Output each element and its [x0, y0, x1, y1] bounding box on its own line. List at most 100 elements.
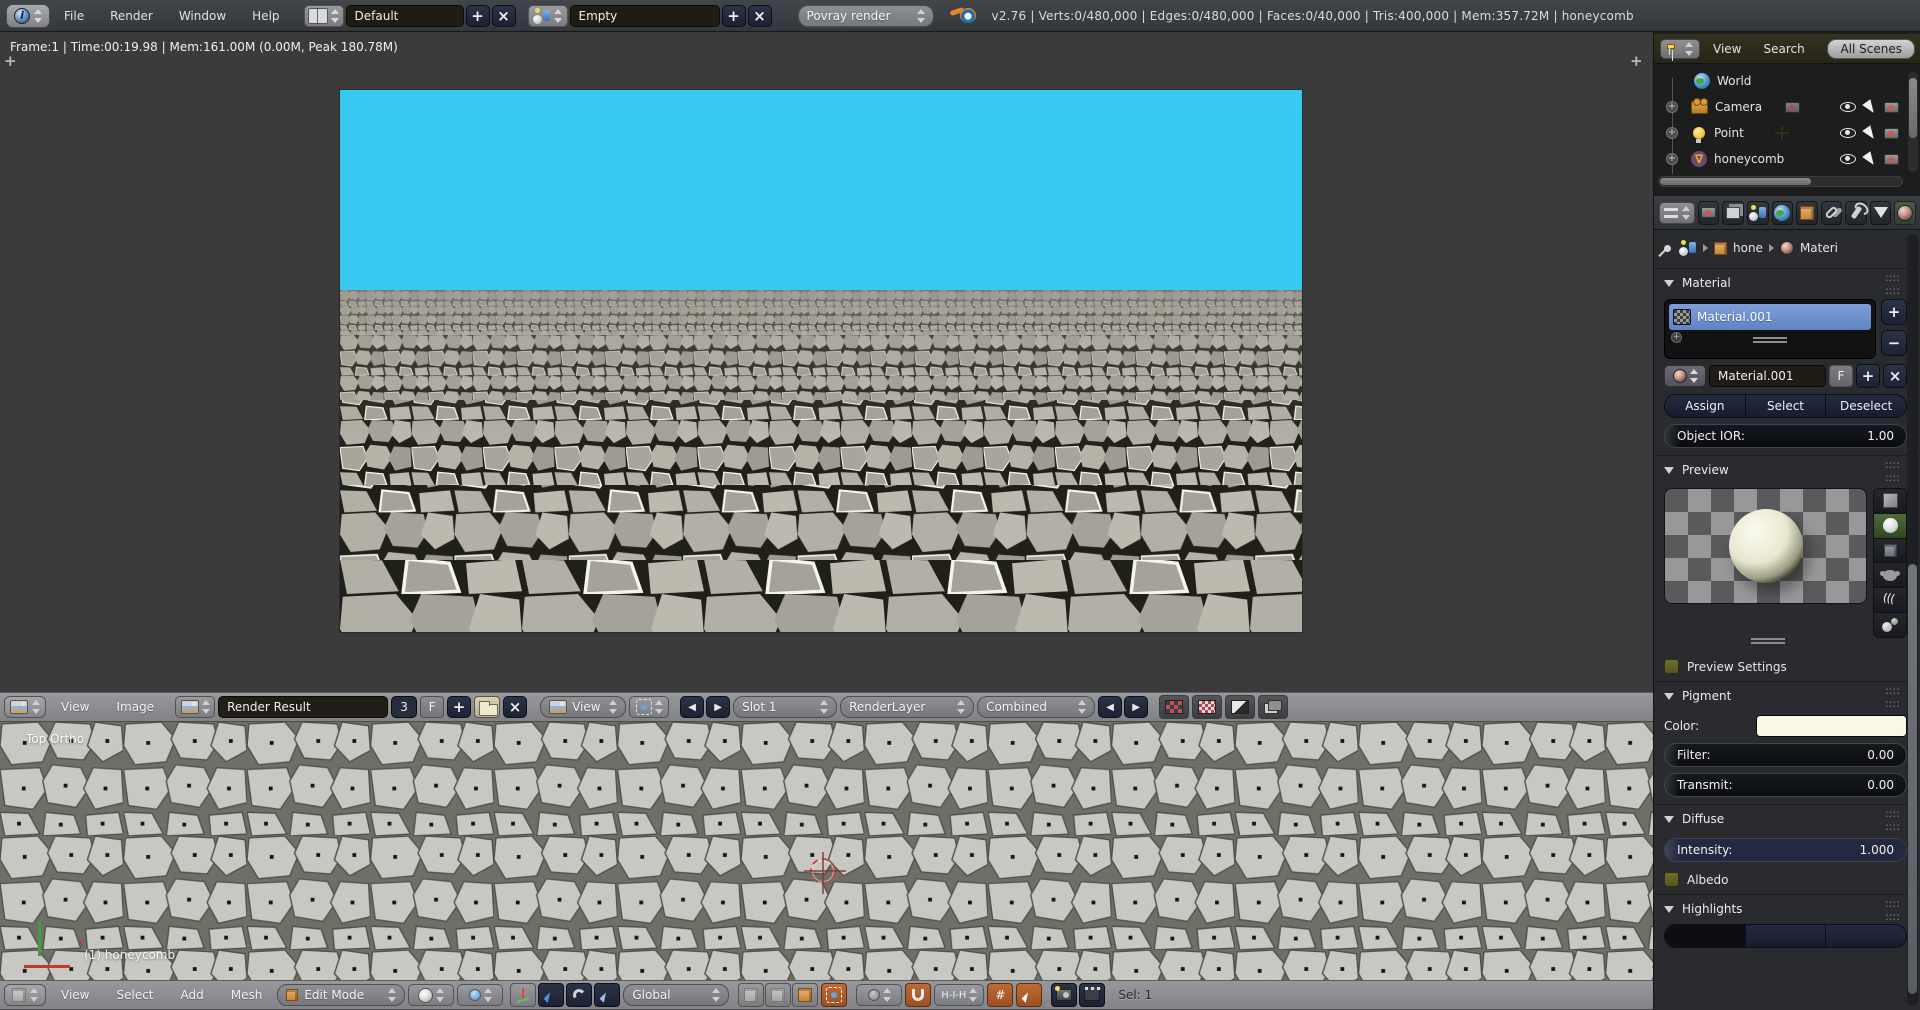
preview-settings-checkbox[interactable]	[1664, 659, 1679, 674]
expand-icon[interactable]: +	[1666, 127, 1678, 139]
material-slot-active[interactable]: Material.001	[1669, 304, 1871, 330]
editor-type-info-dropdown[interactable]: i	[6, 4, 50, 28]
image-view-dropdown[interactable]: View	[540, 696, 626, 718]
outliner-item-camera[interactable]: + Camera	[1654, 94, 1907, 120]
transmit-slider[interactable]: Transmit: 0.00	[1664, 773, 1907, 797]
screen-layout-dropdown[interactable]	[304, 5, 344, 27]
new-image-button[interactable]	[447, 696, 471, 718]
visibility-eye-icon[interactable]	[1840, 154, 1856, 164]
tab-material[interactable]	[1894, 201, 1916, 225]
tab-constraints[interactable]	[1821, 201, 1843, 225]
preview-flat-button[interactable]	[1874, 489, 1906, 514]
pigment-panel-header[interactable]: Pigment	[1654, 681, 1920, 708]
image-datablock-dropdown[interactable]	[175, 696, 215, 718]
previous-layer-button[interactable]	[1098, 696, 1122, 718]
delete-scene-button[interactable]	[748, 5, 772, 27]
tab-modifiers[interactable]	[1845, 201, 1867, 225]
preview-sphere-button[interactable]	[1874, 514, 1906, 539]
preview-panel-header[interactable]: Preview	[1654, 455, 1920, 482]
outliner-item-point[interactable]: + Point	[1654, 120, 1907, 146]
menu-view[interactable]: View	[49, 980, 101, 1010]
albedo-checkbox[interactable]	[1664, 872, 1679, 887]
object-ior-slider[interactable]: Object IOR: 1.00	[1664, 424, 1907, 448]
scene-dropdown[interactable]	[528, 5, 568, 27]
tab-world[interactable]	[1772, 201, 1794, 225]
menu-select[interactable]: Select	[104, 980, 165, 1010]
draw-alpha-toggle[interactable]	[1225, 695, 1255, 719]
fake-user-button[interactable]: F	[420, 696, 444, 718]
highlights-option-button[interactable]	[1746, 924, 1827, 948]
proportional-edit-dropdown[interactable]	[856, 984, 902, 1006]
visibility-eye-icon[interactable]	[1840, 102, 1856, 112]
next-layer-button[interactable]	[1124, 696, 1148, 718]
menu-help[interactable]: Help	[240, 1, 291, 31]
outliner-item-world[interactable]: World	[1654, 68, 1907, 94]
highlights-option-button[interactable]	[1826, 924, 1907, 948]
render-opengl-anim-button[interactable]	[1079, 983, 1105, 1007]
new-material-button[interactable]	[1856, 364, 1880, 388]
selectability-cursor-icon[interactable]	[1862, 151, 1878, 167]
renderability-camera-icon[interactable]	[1884, 102, 1899, 113]
image-paint-toggle[interactable]	[1159, 695, 1189, 719]
manipulator-toggle[interactable]	[510, 983, 536, 1007]
outliner-item-honeycomb[interactable]: + honeycomb	[1654, 146, 1907, 172]
screen-layout-name-field[interactable]: Default	[346, 5, 464, 27]
translate-manipulator-toggle[interactable]	[538, 983, 564, 1007]
tab-object[interactable]	[1796, 201, 1818, 225]
diffuse-intensity-slider[interactable]: Intensity: 1.000	[1664, 838, 1907, 862]
diffuse-panel-header[interactable]: Diffuse	[1654, 804, 1920, 831]
tab-object-data[interactable]	[1870, 201, 1892, 225]
menu-render[interactable]: Render	[98, 1, 165, 31]
snap-target-button[interactable]: #	[987, 983, 1013, 1007]
deselect-button[interactable]: Deselect	[1826, 394, 1907, 418]
editor-type-image-dropdown[interactable]	[4, 696, 46, 718]
outliner-horizontal-scrollbar[interactable]	[1658, 176, 1903, 187]
renderability-camera-icon[interactable]	[1884, 128, 1899, 139]
menu-view[interactable]: View	[49, 692, 101, 722]
texture-mask-toggle[interactable]	[1192, 695, 1222, 719]
tab-render[interactable]	[1698, 201, 1720, 225]
menu-outliner-search[interactable]: Search	[1754, 39, 1813, 59]
vertex-select-mode-button[interactable]	[738, 983, 764, 1007]
properties-vertical-scrollbar[interactable]	[1907, 234, 1918, 1006]
open-image-button[interactable]	[474, 696, 500, 718]
menu-window[interactable]: Window	[167, 1, 238, 31]
render-opengl-button[interactable]	[1051, 983, 1077, 1007]
limit-selection-visible-toggle[interactable]	[821, 983, 847, 1007]
menu-add[interactable]: Add	[169, 980, 216, 1010]
face-select-mode-button[interactable]	[792, 983, 818, 1007]
mode-dropdown[interactable]: Edit Mode	[277, 984, 405, 1006]
edge-select-mode-button[interactable]	[765, 983, 791, 1007]
filter-slider[interactable]: Filter: 0.00	[1664, 743, 1907, 767]
remove-material-slot-button[interactable]: −	[1881, 330, 1907, 356]
pivot-center-dropdown[interactable]	[457, 984, 503, 1006]
selectability-cursor-icon[interactable]	[1862, 125, 1878, 141]
tab-render-layers[interactable]	[1722, 201, 1744, 225]
menu-outliner-view[interactable]: View	[1704, 39, 1750, 59]
material-panel-header[interactable]: Material	[1654, 268, 1920, 295]
previous-slot-button[interactable]	[680, 696, 704, 718]
viewport-canvas[interactable]: Top Ortho (1) honeycomb x	[0, 722, 1653, 980]
rotate-manipulator-toggle[interactable]	[566, 983, 592, 1007]
menu-image[interactable]: Image	[104, 692, 166, 722]
snap-toggle[interactable]	[905, 983, 931, 1007]
pigment-color-swatch[interactable]	[1756, 715, 1907, 737]
renderability-camera-icon[interactable]	[1884, 154, 1899, 165]
render-layer-dropdown[interactable]: RenderLayer	[840, 696, 974, 718]
expand-icon[interactable]: +	[1666, 101, 1678, 113]
render-slot-dropdown[interactable]: Slot 1	[733, 696, 837, 718]
material-name-field[interactable]: Material.001	[1709, 365, 1826, 387]
menu-file[interactable]: File	[52, 1, 96, 31]
preview-monkey-button[interactable]	[1874, 563, 1906, 588]
add-screen-layout-button[interactable]	[466, 5, 490, 27]
expand-region-icon[interactable]: +	[4, 52, 17, 70]
preview-resize-handle[interactable]	[1751, 638, 1785, 640]
highlights-option-button[interactable]	[1664, 924, 1746, 948]
scene-name-field[interactable]: Empty	[570, 5, 720, 27]
preview-cube-button[interactable]	[1874, 539, 1906, 564]
expand-icon[interactable]: +	[1666, 153, 1678, 165]
draw-channels-dropdown[interactable]	[1258, 695, 1288, 719]
image-name-field[interactable]: Render Result	[218, 696, 388, 718]
outliner-vertical-scrollbar[interactable]	[1908, 72, 1918, 172]
preview-hair-button[interactable]	[1874, 588, 1906, 613]
